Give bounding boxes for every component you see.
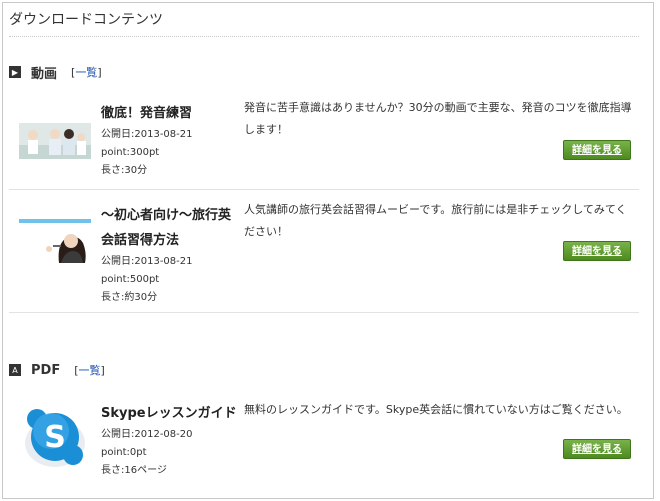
list-item: 徹底！発音練習 公開日:2013-08-21 point:300pt 長さ:30… — [9, 97, 639, 191]
skype-logo-icon[interactable]: S — [19, 405, 91, 471]
list-link-wrapper: [一覧] — [74, 364, 105, 377]
section-header-pdf: A PDF [一覧] — [9, 361, 105, 379]
item-title[interactable]: 徹底！発音練習 — [101, 101, 241, 126]
content-panel: ダウンロードコンテンツ ▶ 動画 [一覧] 徹底！発音練習 公開日:2013-0… — [2, 2, 654, 499]
point-value: point:500pt — [101, 274, 160, 285]
item-description: 無料のレッスンガイドです。Skype英会話に慣れていない方はご覧ください。 — [244, 403, 628, 416]
video-icon: ▶ — [9, 66, 21, 78]
svg-text:S: S — [44, 420, 66, 455]
list-item: ～初心者向け～旅行英会話習得方法 公開日:2013-08-21 point:50… — [9, 199, 639, 311]
pdf-icon: A — [9, 364, 21, 376]
list-item: S Skypeレッスンガイド 公開日:2012-08-20 point:0pt … — [9, 399, 639, 498]
divider — [9, 189, 639, 190]
page-title: ダウンロードコンテンツ — [9, 12, 163, 28]
item-meta: 徹底！発音練習 公開日:2013-08-21 point:300pt 長さ:30… — [101, 101, 241, 180]
divider — [9, 312, 639, 313]
details-button[interactable]: 詳細を見る — [563, 241, 631, 261]
point-value: point:0pt — [101, 447, 147, 458]
duration: 長さ:約30分 — [101, 292, 158, 303]
item-title[interactable]: ～初心者向け～旅行英会話習得方法 — [101, 203, 241, 253]
list-link-video[interactable]: 一覧 — [75, 66, 97, 79]
thumbnail-image[interactable] — [19, 219, 91, 263]
item-meta: Skypeレッスンガイド 公開日:2012-08-20 point:0pt 長さ… — [101, 401, 241, 480]
publish-date: 公開日:2012-08-20 — [101, 429, 193, 440]
title-divider — [9, 36, 639, 37]
item-meta: ～初心者向け～旅行英会話習得方法 公開日:2013-08-21 point:50… — [101, 203, 241, 307]
point-value: point:300pt — [101, 147, 160, 158]
item-description: 人気講師の旅行英会話習得ムービーです。旅行前には是非チェックしてみてください！ — [244, 203, 627, 238]
section-title: 動画 — [31, 66, 58, 82]
duration: 長さ:30分 — [101, 165, 148, 176]
list-link-pdf[interactable]: 一覧 — [79, 364, 101, 377]
thumbnail-image[interactable] — [19, 123, 91, 159]
page-count: 長さ:16ページ — [101, 465, 167, 476]
list-link-wrapper: [一覧] — [71, 66, 102, 79]
item-title[interactable]: Skypeレッスンガイド — [101, 401, 241, 426]
section-header-video: ▶ 動画 [一覧] — [9, 63, 102, 82]
details-button[interactable]: 詳細を見る — [563, 140, 631, 160]
publish-date: 公開日:2013-08-21 — [101, 256, 193, 267]
section-title: PDF — [31, 362, 61, 378]
details-button[interactable]: 詳細を見る — [563, 439, 631, 459]
publish-date: 公開日:2013-08-21 — [101, 129, 193, 140]
item-description: 発音に苦手意識はありませんか？30分の動画で主要な、発音のコツを徹底指導します！ — [244, 101, 632, 136]
